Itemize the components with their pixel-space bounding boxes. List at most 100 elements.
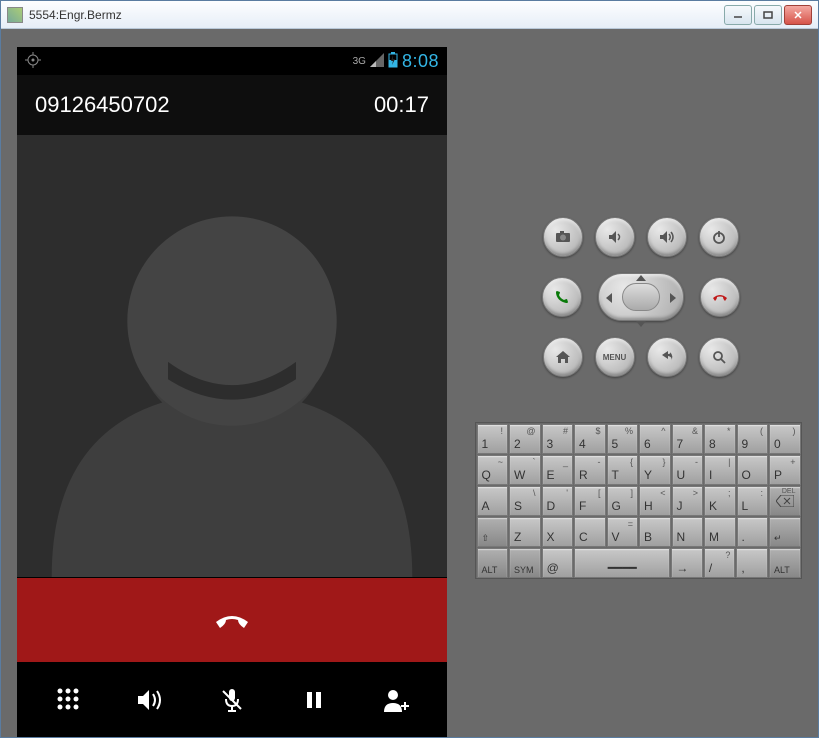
close-button[interactable] [784,5,812,25]
key-n[interactable]: N [672,517,704,547]
key-9[interactable]: (9 [737,424,769,454]
key-m[interactable]: M [704,517,736,547]
key-p[interactable]: +P [769,455,801,485]
hw-search-button[interactable] [699,337,739,377]
call-controls [17,663,447,737]
hw-call-button[interactable] [542,277,582,317]
call-duration-label: 00:17 [374,92,429,118]
key-u[interactable]: -U [672,455,704,485]
key-c[interactable]: C [574,517,606,547]
hw-menu-button[interactable]: MENU [595,337,635,377]
key-alt[interactable]: ALT [477,548,509,578]
key-sym[interactable]: SYM [509,548,541,578]
key-i[interactable]: |I [704,455,736,485]
speaker-button[interactable] [125,675,175,725]
key-del[interactable]: DEL [769,486,801,516]
status-bar: 3G 8:08 [17,47,447,75]
hangup-icon [710,288,730,306]
dialpad-button[interactable] [43,675,93,725]
key-s[interactable]: \S [509,486,541,516]
end-call-button[interactable] [17,577,447,663]
key-f[interactable]: [F [574,486,606,516]
key-→[interactable]: → [671,548,703,578]
key-4[interactable]: $4 [574,424,606,454]
pause-icon [302,688,326,712]
mute-button[interactable] [207,675,257,725]
key-t[interactable]: {T [607,455,639,485]
hw-back-button[interactable] [647,337,687,377]
key-↵[interactable]: ↵ [769,517,801,547]
key-b[interactable]: B [639,517,671,547]
hw-dpad-right[interactable] [670,293,676,303]
hw-vol-down-button[interactable] [595,217,635,257]
hw-home-button[interactable] [543,337,583,377]
titlebar: 5554:Engr.Bermz [1,1,818,29]
key-x[interactable]: X [542,517,574,547]
side-panel: MENU !1@2#3$4%5^6&7*8(9)0 ~Q`W_E-R{T}Y-U|… [463,29,818,737]
window-title: 5554:Engr.Bermz [29,8,724,22]
key-1[interactable]: !1 [477,424,509,454]
contact-avatar [17,135,447,577]
hw-camera-button[interactable] [543,217,583,257]
key-7[interactable]: &7 [672,424,704,454]
phone-column: 3G 8:08 09126450702 00:17 [1,29,463,737]
key-g[interactable]: ]G [607,486,639,516]
hw-dpad-down[interactable] [636,321,646,327]
window-buttons [724,5,812,25]
key-k[interactable]: ;K [704,486,736,516]
key-z[interactable]: Z [509,517,541,547]
maximize-button[interactable] [754,5,782,25]
add-call-button[interactable] [371,675,421,725]
key-2[interactable]: @2 [509,424,541,454]
key-.[interactable]: . [737,517,769,547]
hw-power-button[interactable] [699,217,739,257]
key-d[interactable]: 'D [542,486,574,516]
phone-icon [553,288,571,306]
key-space[interactable]: ━━━━ [574,548,670,578]
add-person-icon [381,686,411,714]
key-⇧[interactable]: ⇧ [477,517,509,547]
mute-mic-icon [218,686,246,714]
key-r[interactable]: -R [574,455,606,485]
hw-dpad-left[interactable] [606,293,612,303]
network-3g-label: 3G [353,56,366,67]
key-alt[interactable]: ALT [769,548,801,578]
key-a[interactable]: A [477,486,509,516]
app-icon [7,7,23,23]
key-o[interactable]: O [737,455,769,485]
minimize-button[interactable] [724,5,752,25]
key-e[interactable]: _E [542,455,574,485]
battery-icon [388,52,398,71]
key-,[interactable]: , [736,548,768,578]
power-icon [710,228,728,246]
search-icon [710,348,728,366]
key-l[interactable]: :L [737,486,769,516]
key-v[interactable]: =V [607,517,639,547]
key-@[interactable]: @ [542,548,574,578]
hw-endcall-button[interactable] [700,277,740,317]
key-/[interactable]: ?/ [704,548,736,578]
key-8[interactable]: *8 [704,424,736,454]
hw-dpad-center[interactable] [622,283,660,311]
home-icon [554,348,572,366]
key-j[interactable]: >J [672,486,704,516]
key-5[interactable]: %5 [607,424,639,454]
call-info: 09126450702 00:17 [17,75,447,135]
key-y[interactable]: }Y [639,455,671,485]
hw-dpad-up[interactable] [636,275,646,281]
key-0[interactable]: )0 [769,424,801,454]
key-h[interactable]: <H [639,486,671,516]
speaker-icon [135,685,165,715]
gps-icon [25,52,41,71]
key-3[interactable]: #3 [542,424,574,454]
hold-button[interactable] [289,675,339,725]
key-w[interactable]: `W [509,455,541,485]
key-q[interactable]: ~Q [477,455,509,485]
hw-vol-up-button[interactable] [647,217,687,257]
signal-icon [370,53,384,70]
menu-label: MENU [603,353,627,362]
volume-up-icon [658,228,676,246]
hardware-buttons: MENU [511,217,771,387]
key-6[interactable]: ^6 [639,424,671,454]
emulator-body: 3G 8:08 09126450702 00:17 [1,29,818,737]
